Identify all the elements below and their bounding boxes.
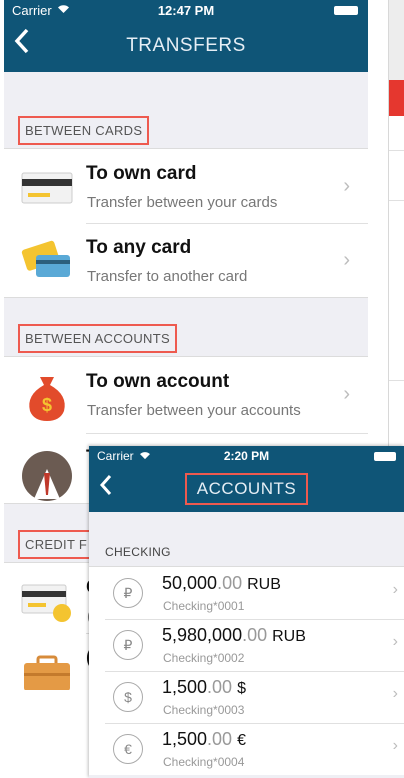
svg-text:$: $ [42, 395, 52, 415]
section-header-checking: CHECKING [105, 545, 171, 559]
chevron-right-icon: › [392, 633, 398, 650]
card-coin-icon [20, 579, 74, 623]
section-header-between-accounts: BETWEEN ACCOUNTS [18, 324, 177, 353]
account-row[interactable]: ₽ 50,000.00 RUB Checking*0001 › [89, 567, 404, 619]
row-subtitle: Transfer between your accounts [87, 402, 301, 419]
dollar-icon: $ [113, 682, 143, 712]
list-item-to-any-card[interactable]: To any card Transfer to another card › [4, 223, 368, 297]
status-time: 2:20 PM [223, 449, 270, 463]
page-title: TRANSFERS [126, 35, 246, 56]
screen: Carrier 12:47 PM TRANSFERS BETWEEN CARDS… [0, 0, 404, 778]
money-bag-icon: $ [20, 373, 74, 421]
section-header-between-cards: BETWEEN CARDS [18, 116, 150, 145]
page-title: ACCOUNTS [184, 473, 309, 505]
list-item-to-own-card[interactable]: To own card Transfer between your cards … [4, 149, 368, 223]
row-title: To own card [86, 163, 197, 184]
account-row[interactable]: $ 1,500.00 $ Checking*0003 › [89, 671, 404, 723]
chevron-right-icon: › [392, 581, 398, 598]
between-cards-list: To own card Transfer between your cards … [4, 148, 368, 298]
accounts-list: ₽ 50,000.00 RUB Checking*0001 › ₽ 5,980,… [89, 566, 404, 775]
account-balance: 50,000.00 RUB [162, 573, 281, 593]
ruble-icon: ₽ [113, 630, 143, 660]
account-balance: 1,500.00 $ [162, 677, 246, 697]
row-subtitle: Transfer between your cards [87, 194, 278, 211]
row-subtitle: Transfer to another card [87, 268, 248, 285]
chevron-right-icon: › [343, 175, 350, 197]
section-header-credit: CREDIT F [18, 530, 95, 559]
row-title: To any card [86, 237, 192, 258]
list-item-to-own-account[interactable]: $ To own account Transfer between your a… [4, 357, 368, 433]
navigation-bar: ACCOUNTS [89, 466, 404, 512]
euro-icon: € [113, 734, 143, 764]
account-name: Checking*0004 [163, 755, 245, 769]
account-balance: 5,980,000.00 RUB [162, 625, 306, 645]
account-name: Checking*0001 [163, 599, 245, 613]
ruble-icon: ₽ [113, 578, 143, 608]
account-name: Checking*0002 [163, 651, 245, 665]
account-row[interactable]: € 1,500.00 € Checking*0004 › [89, 723, 404, 775]
chevron-left-icon [14, 28, 29, 54]
status-time: 12:47 PM [157, 2, 215, 18]
account-balance: 1,500.00 € [162, 729, 246, 749]
briefcase-icon [20, 649, 74, 690]
chevron-left-icon [99, 475, 112, 495]
chevron-right-icon: › [343, 383, 350, 405]
account-row[interactable]: ₽ 5,980,000.00 RUB Checking*0002 › [89, 619, 404, 671]
cards-icon [20, 239, 74, 283]
chevron-right-icon: › [392, 685, 398, 702]
row-title: To own account [86, 371, 230, 392]
person-icon [20, 449, 74, 501]
chevron-right-icon: › [392, 737, 398, 754]
battery-icon [334, 6, 358, 15]
back-button[interactable] [99, 472, 113, 503]
status-bar: Carrier 12:47 PM [4, 0, 368, 20]
back-button[interactable] [14, 28, 30, 62]
account-name: Checking*0003 [163, 703, 245, 717]
accounts-screen: Carrier 2:20 PM ACCOUNTS CHECKING ₽ 50,0… [89, 446, 404, 778]
battery-icon [374, 452, 396, 461]
card-icon [20, 165, 74, 209]
chevron-right-icon: › [343, 249, 350, 271]
navigation-bar: TRANSFERS [4, 20, 368, 72]
status-bar: Carrier 2:20 PM [89, 446, 404, 466]
